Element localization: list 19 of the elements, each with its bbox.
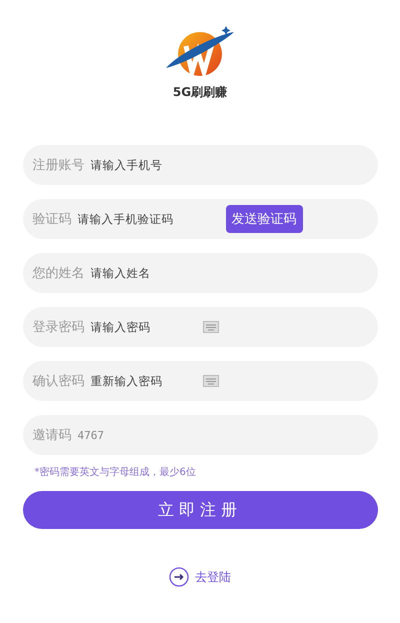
keyboard-icon[interactable] — [202, 375, 218, 387]
input-field[interactable]: 4767 — [78, 428, 178, 442]
input-field[interactable]: 请输入手机验证码 — [78, 212, 178, 226]
send-code-button[interactable]: 发送验证码 — [226, 205, 302, 233]
input-field[interactable]: 请输入手机号 — [90, 158, 190, 172]
login-link[interactable]: 去登陆 — [169, 567, 231, 587]
field-label: 确认密码 — [32, 373, 84, 390]
register-button[interactable]: 立即注册 — [22, 491, 378, 529]
input-field[interactable]: 请输入密码 — [90, 320, 190, 334]
field-label: 您的姓名 — [32, 265, 84, 282]
input-field[interactable]: 请输入姓名 — [90, 266, 190, 280]
field-label: 邀请码 — [32, 427, 72, 444]
logo-text: 5G刷刷赚 — [172, 84, 228, 101]
field-label: 验证码 — [32, 211, 72, 228]
field-label: 登录密码 — [32, 319, 84, 336]
field-label: 注册账号 — [32, 157, 84, 174]
password-hint: *密码需要英文与字母组成，最少6位 — [34, 466, 197, 479]
input-field[interactable]: 重新输入密码 — [90, 374, 190, 388]
keyboard-icon[interactable] — [202, 321, 218, 333]
